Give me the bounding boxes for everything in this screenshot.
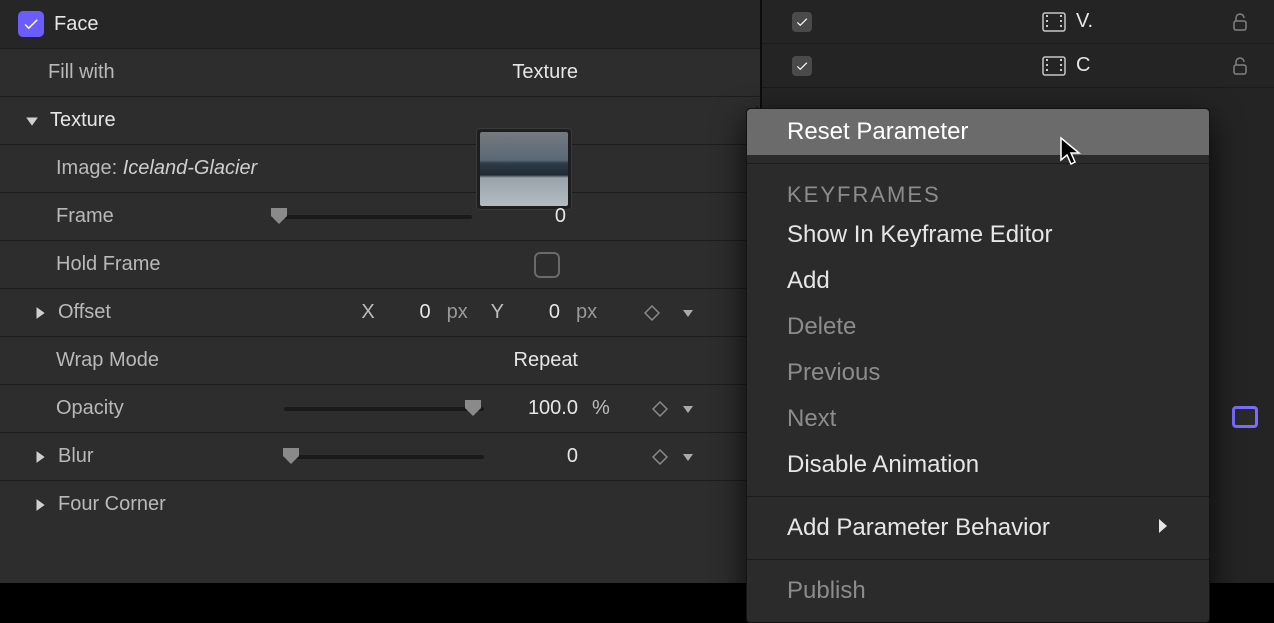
image-name: Iceland-Glacier — [123, 157, 258, 180]
check-icon — [22, 15, 40, 33]
offset-x-unit: px — [447, 301, 475, 324]
menu-item-publish: Publish — [747, 568, 1209, 614]
hold-frame-row[interactable]: Hold Frame — [0, 240, 760, 288]
menu-separator — [747, 163, 1209, 164]
submenu-arrow-icon — [1157, 513, 1169, 543]
blur-value[interactable]: 0 — [508, 445, 578, 468]
offset-x-value[interactable]: 0 — [391, 301, 431, 324]
offset-y-label: Y — [491, 301, 504, 324]
menu-item-reset-parameter[interactable]: Reset Parameter — [747, 109, 1209, 155]
layer-label: V. — [1076, 10, 1093, 33]
film-icon — [1042, 56, 1066, 76]
check-icon — [795, 59, 809, 73]
image-thumbnail — [480, 132, 568, 206]
menu-separator — [747, 496, 1209, 497]
offset-y-value[interactable]: 0 — [520, 301, 560, 324]
triangle-right-icon[interactable] — [32, 450, 48, 464]
menu-item-disable-animation[interactable]: Disable Animation — [747, 442, 1209, 488]
opacity-unit: % — [592, 397, 620, 420]
face-parameter-row[interactable]: Face — [0, 0, 760, 48]
menu-item-add-parameter-behavior[interactable]: Add Parameter Behavior — [747, 505, 1209, 551]
fill-with-label: Fill with — [48, 61, 115, 84]
wrap-mode-value: Repeat — [514, 349, 579, 372]
opacity-value[interactable]: 100.0 — [508, 397, 578, 420]
menu-section-keyframes: KEYFRAMES — [747, 172, 1209, 212]
lock-open-icon[interactable] — [1230, 12, 1250, 32]
chevron-down-icon[interactable] — [682, 301, 694, 324]
frame-row[interactable]: Frame 0 — [0, 192, 760, 240]
slider-thumb[interactable] — [270, 208, 288, 224]
menu-item-add[interactable]: Add — [747, 258, 1209, 304]
chevron-down-icon[interactable] — [682, 445, 694, 468]
four-corner-label: Four Corner — [58, 493, 166, 516]
offset-y-unit: px — [576, 301, 604, 324]
hold-frame-label: Hold Frame — [56, 253, 160, 276]
menu-item-previous: Previous — [747, 350, 1209, 396]
four-corner-row[interactable]: Four Corner — [0, 480, 760, 528]
frame-slider[interactable] — [272, 215, 472, 219]
check-icon — [795, 15, 809, 29]
layer-checkbox[interactable] — [792, 56, 812, 76]
offset-x-label: X — [361, 301, 374, 324]
keyframe-diamond-icon[interactable] — [652, 449, 668, 465]
keyframe-diamond-icon[interactable] — [652, 401, 668, 417]
texture-header-row[interactable]: Texture — [0, 96, 760, 144]
image-label: Image: — [56, 157, 117, 180]
menu-item-delete: Delete — [747, 304, 1209, 350]
offset-label: Offset — [58, 301, 111, 324]
wrap-mode-row[interactable]: Wrap Mode Repeat — [0, 336, 760, 384]
lock-open-icon[interactable] — [1230, 56, 1250, 76]
blur-row[interactable]: Blur 0 — [0, 432, 760, 480]
frame-value[interactable]: 0 — [496, 205, 566, 228]
menu-item-show-in-keyframe-editor[interactable]: Show In Keyframe Editor — [747, 212, 1209, 258]
menu-item-label: Add Parameter Behavior — [787, 514, 1050, 541]
opacity-label: Opacity — [56, 397, 124, 420]
face-checkbox[interactable] — [18, 11, 44, 37]
offset-row[interactable]: Offset X 0 px Y 0 px — [0, 288, 760, 336]
texture-label: Texture — [50, 109, 116, 132]
slider-thumb[interactable] — [464, 400, 482, 416]
blur-label: Blur — [58, 445, 94, 468]
hold-frame-checkbox[interactable] — [534, 252, 560, 278]
cursor-icon — [1058, 136, 1084, 173]
wrap-mode-label: Wrap Mode — [56, 349, 159, 372]
fill-with-row[interactable]: Fill with Texture — [0, 48, 760, 96]
chevron-down-icon[interactable] — [682, 397, 694, 420]
menu-item-next: Next — [747, 396, 1209, 442]
keyframe-diamond-icon[interactable] — [644, 305, 660, 321]
blur-slider[interactable] — [284, 455, 484, 459]
layer-label: C — [1076, 54, 1090, 77]
layer-row[interactable]: V. — [762, 0, 1274, 44]
parameter-context-menu: Reset Parameter KEYFRAMES Show In Keyfra… — [746, 108, 1210, 623]
triangle-right-icon[interactable] — [32, 306, 48, 320]
triangle-down-icon[interactable] — [24, 114, 40, 128]
texture-image-row[interactable]: Image: Iceland-Glacier — [0, 144, 760, 192]
opacity-slider[interactable] — [284, 407, 484, 411]
image-well[interactable] — [476, 128, 572, 210]
layer-checkbox[interactable] — [792, 12, 812, 32]
layer-row[interactable]: C — [762, 44, 1274, 88]
selection-indicator — [1232, 406, 1258, 428]
slider-thumb[interactable] — [282, 448, 300, 464]
menu-separator — [747, 559, 1209, 560]
opacity-row[interactable]: Opacity 100.0 % — [0, 384, 760, 432]
fill-with-value: Texture — [512, 61, 578, 84]
inspector-panel: Face Fill with Texture Texture Image: Ic… — [0, 0, 760, 583]
triangle-right-icon[interactable] — [32, 498, 48, 512]
face-label: Face — [54, 13, 98, 36]
frame-label: Frame — [56, 205, 114, 228]
film-icon — [1042, 12, 1066, 32]
